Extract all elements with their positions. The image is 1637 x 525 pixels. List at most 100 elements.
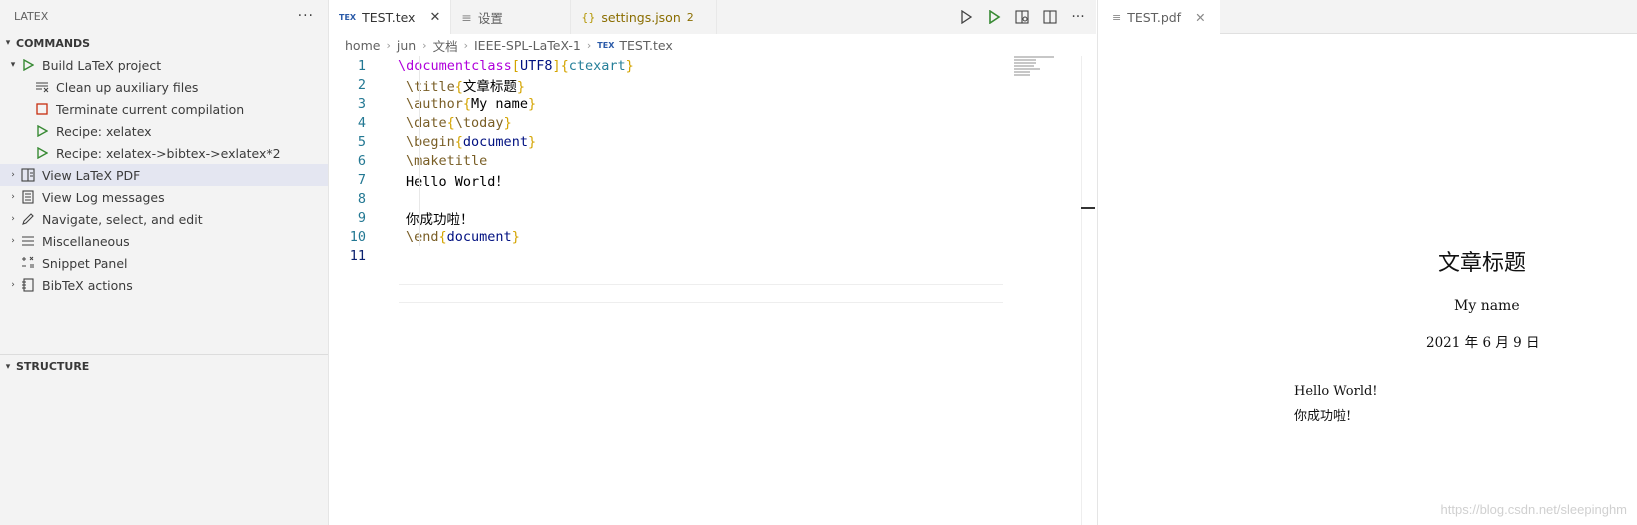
tree-item-label: View Log messages: [42, 189, 165, 205]
split-editor-icon[interactable]: [1042, 9, 1058, 25]
play-icon: [34, 145, 50, 161]
chevron-right-icon: ›: [11, 170, 15, 180]
tab-label: TEST.pdf: [1127, 9, 1182, 25]
recipe-xelatex[interactable]: Recipe: xelatex: [0, 120, 328, 142]
section-label: COMMANDS: [16, 36, 91, 50]
scrollbar-cursor-mark: [1081, 207, 1095, 209]
terminate-compilation[interactable]: Terminate current compilation: [0, 98, 328, 120]
line-number: 1: [357, 57, 366, 74]
watermark: https://blog.csdn.net/sleepinghm: [1440, 502, 1627, 517]
tree-item-label: View LaTeX PDF: [42, 167, 141, 183]
code-editor[interactable]: 1 \documentclass[UTF8]{ctexart} 2 \title{文…: [329, 56, 1096, 303]
tex-file-icon: TEX: [339, 12, 357, 22]
code-line[interactable]: 8: [329, 189, 1096, 208]
more-icon[interactable]: ···: [1070, 9, 1086, 25]
current-line-highlight: [399, 284, 1003, 303]
line-number: 5: [357, 133, 366, 150]
tree-item-label: Recipe: xelatex->bibtex->exlatex*2: [56, 145, 281, 161]
code-line[interactable]: 10 \end{document}: [329, 227, 1096, 246]
pdf-page[interactable]: 文章标题 My name 2021 年 6 月 9 日 Hello World!…: [1098, 35, 1637, 525]
tex-file-icon: TEX: [597, 40, 615, 50]
code-line[interactable]: 7 Hello World！: [329, 170, 1096, 190]
view-latex-pdf[interactable]: › View LaTeX PDF: [0, 164, 328, 186]
code-text: \begin{document}: [406, 133, 537, 150]
code-text: \end{document}: [406, 228, 520, 245]
log-file-icon: [20, 189, 36, 205]
more-actions-icon[interactable]: ···: [298, 8, 314, 24]
chevron-down-icon: ▾: [5, 361, 11, 372]
recipe-xelatex-bibtex[interactable]: Recipe: xelatex->bibtex->exlatex*2: [0, 142, 328, 164]
chevron-right-icon: ›: [11, 214, 15, 224]
pdf-title: 文章标题: [1438, 251, 1527, 276]
pdf-body-text: Hello World!: [1294, 384, 1378, 399]
tab-label: TEST.tex: [362, 9, 416, 25]
snippet-panel[interactable]: Snippet Panel: [0, 252, 328, 274]
editor-tabbar: TEX TEST.tex ✕ ≡ 设置 {} settings.json 2 ·…: [329, 0, 1096, 34]
tree-item-label: Recipe: xelatex: [56, 123, 152, 139]
tree-item-label: Snippet Panel: [42, 255, 128, 271]
pdf-tabbar: ≡ TEST.pdf ✕: [1098, 0, 1637, 34]
code-text: \documentclass[UTF8]{ctexart}: [398, 57, 634, 74]
breadcrumb-item[interactable]: home: [345, 38, 380, 53]
pdf-viewer: ≡ TEST.pdf ✕ 文章标题 My name 2021 年 6 月 9 日…: [1097, 0, 1637, 525]
editor-actions: ···: [958, 0, 1086, 34]
tab-test-tex[interactable]: TEX TEST.tex ✕: [329, 0, 452, 34]
clear-all-icon: [34, 79, 50, 95]
line-number: 11: [349, 247, 366, 264]
tree-item-label: Navigate, select, and edit: [42, 211, 203, 227]
build-play-icon[interactable]: [986, 9, 1002, 25]
line-number: 4: [357, 114, 366, 131]
tree-item-label: Clean up auxiliary files: [56, 79, 199, 95]
code-text: 你成功啦！: [406, 211, 474, 228]
breadcrumb-item[interactable]: IEEE-SPL-LaTeX-1: [474, 38, 581, 53]
view-pdf-icon[interactable]: [1014, 9, 1030, 25]
structure-section-header[interactable]: ▾ STRUCTURE: [0, 354, 328, 376]
editor-group: TEX TEST.tex ✕ ≡ 设置 {} settings.json 2 ·…: [329, 0, 1096, 525]
clean-auxiliary-files[interactable]: Clean up auxiliary files: [0, 76, 328, 98]
code-line[interactable]: 5 \begin{document}: [329, 132, 1096, 151]
code-line[interactable]: 4 \date{\today}: [329, 113, 1096, 132]
run-icon[interactable]: [958, 9, 974, 25]
code-line[interactable]: 11: [329, 246, 1096, 265]
pdf-date: 2021 年 6 月 9 日: [1426, 335, 1540, 351]
code-line[interactable]: 2 \title{文章标题}: [329, 75, 1096, 95]
code-line[interactable]: 9 你成功啦！: [329, 208, 1096, 228]
chevron-down-icon: ▾: [5, 38, 11, 48]
breadcrumb-item[interactable]: jun: [397, 38, 416, 53]
symbol-operator-icon: [20, 255, 36, 271]
tree-item-label: BibTeX actions: [42, 277, 133, 293]
line-number: 7: [357, 171, 366, 188]
sidebar-title: LATEX: [14, 9, 49, 23]
bibtex-actions[interactable]: › BibTeX actions: [0, 274, 328, 296]
play-icon: [20, 57, 36, 73]
list-icon: [20, 233, 36, 249]
tab-label: 设置: [477, 10, 503, 26]
commands-section-header[interactable]: ▾ COMMANDS: [0, 32, 328, 54]
section-label: STRUCTURE: [16, 360, 90, 373]
code-text: Hello World！: [406, 173, 509, 190]
view-log-messages[interactable]: › View Log messages: [0, 186, 328, 208]
latex-sidebar: LATEX ··· ▾ COMMANDS ▾ Build LaTeX proje…: [0, 0, 329, 525]
minimap[interactable]: [1014, 55, 1084, 79]
close-icon[interactable]: ✕: [429, 10, 440, 25]
miscellaneous[interactable]: › Miscellaneous: [0, 230, 328, 252]
breadcrumb-item[interactable]: 文档: [433, 36, 458, 55]
code-text: \author{My name}: [406, 95, 537, 112]
edit-pencil-icon: [20, 211, 36, 227]
chevron-down-icon: ▾: [10, 60, 16, 70]
code-line[interactable]: 3 \author{My name}: [329, 94, 1096, 113]
code-text: \maketitle: [406, 152, 488, 169]
line-number: 6: [357, 152, 366, 169]
chevron-right-icon: ›: [422, 38, 427, 52]
code-line[interactable]: 6 \maketitle: [329, 151, 1096, 170]
bibtex-icon: [20, 277, 36, 293]
build-latex-project[interactable]: ▾ Build LaTeX project: [0, 54, 328, 76]
breadcrumb-item[interactable]: TEST.tex: [619, 38, 672, 53]
tab-settings[interactable]: ≡ 设置: [451, 0, 572, 34]
code-line[interactable]: 1 \documentclass[UTF8]{ctexart}: [329, 56, 1096, 75]
tab-test-pdf[interactable]: ≡ TEST.pdf ✕: [1098, 0, 1220, 34]
navigate-select-edit[interactable]: › Navigate, select, and edit: [0, 208, 328, 230]
chevron-right-icon: ›: [11, 236, 15, 246]
tab-settings-json[interactable]: {} settings.json 2: [571, 0, 718, 34]
close-icon[interactable]: ✕: [1195, 10, 1205, 25]
